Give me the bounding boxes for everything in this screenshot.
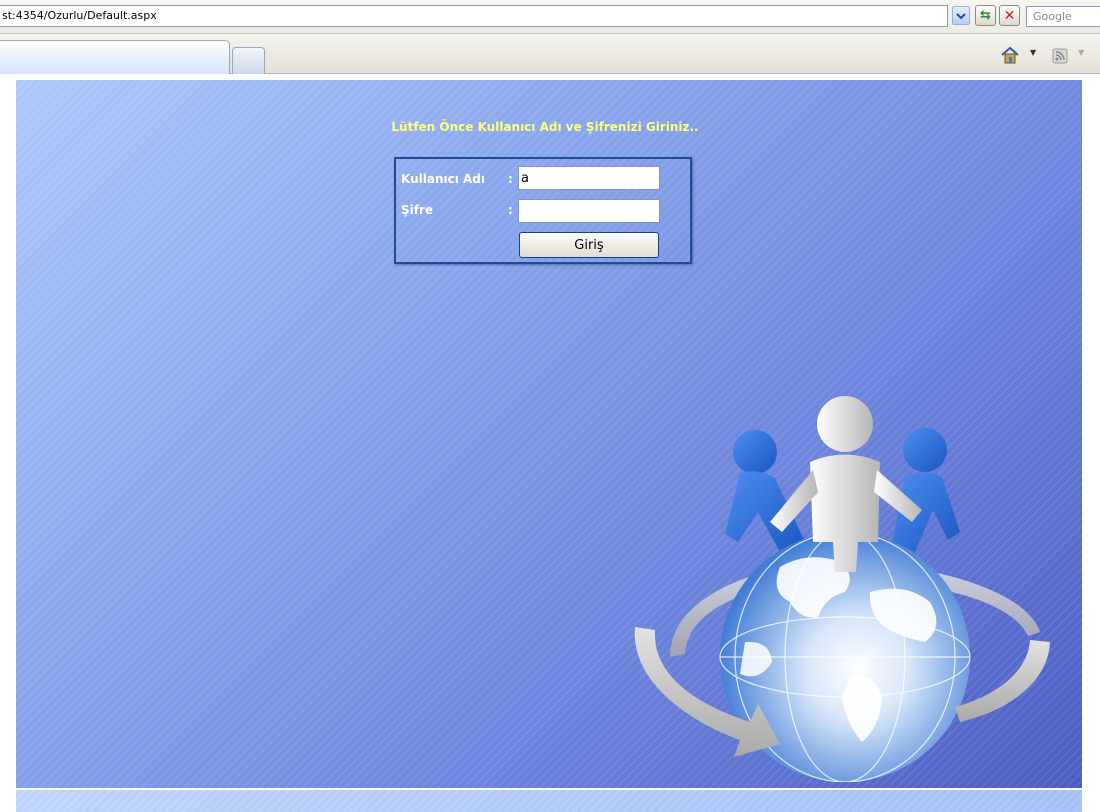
username-label: Kullanıcı Adı xyxy=(401,172,486,186)
page-footer xyxy=(16,790,1082,812)
person-left xyxy=(725,430,805,552)
chevron-down-icon xyxy=(956,12,966,19)
refresh-button[interactable]: ⇆ xyxy=(975,5,996,26)
password-input[interactable] xyxy=(518,199,660,223)
browser-tab-row xyxy=(0,34,1100,74)
search-input[interactable]: Google xyxy=(1026,6,1100,27)
username-separator: : xyxy=(508,172,513,186)
address-dropdown-button[interactable] xyxy=(952,6,970,25)
password-separator: : xyxy=(508,203,513,217)
stop-button[interactable]: ✕ xyxy=(999,5,1020,26)
login-form: Kullanıcı Adı : Şifre : Giriş xyxy=(394,157,692,264)
refresh-icon: ⇆ xyxy=(980,8,991,23)
browser-address-row: st:4354/Ozurlu/Default.aspx ⇆ ✕ Google xyxy=(0,0,1100,34)
home-dropdown-icon[interactable]: ▼ xyxy=(1030,48,1036,57)
home-icon[interactable] xyxy=(1000,45,1020,65)
feed-dropdown-icon[interactable]: ▼ xyxy=(1078,48,1084,57)
username-input[interactable] xyxy=(518,166,660,190)
login-heading: Lütfen Önce Kullanıcı Adı ve Şifrenizi G… xyxy=(391,120,699,134)
tab-current[interactable] xyxy=(0,40,230,74)
address-bar[interactable]: st:4354/Ozurlu/Default.aspx xyxy=(0,5,948,27)
login-button[interactable]: Giriş xyxy=(519,232,659,258)
globe-people-illustration xyxy=(634,396,1050,782)
password-label: Şifre xyxy=(401,203,434,217)
new-tab-button[interactable] xyxy=(232,47,265,74)
feed-icon[interactable] xyxy=(1052,48,1068,64)
stop-icon: ✕ xyxy=(1003,7,1016,24)
